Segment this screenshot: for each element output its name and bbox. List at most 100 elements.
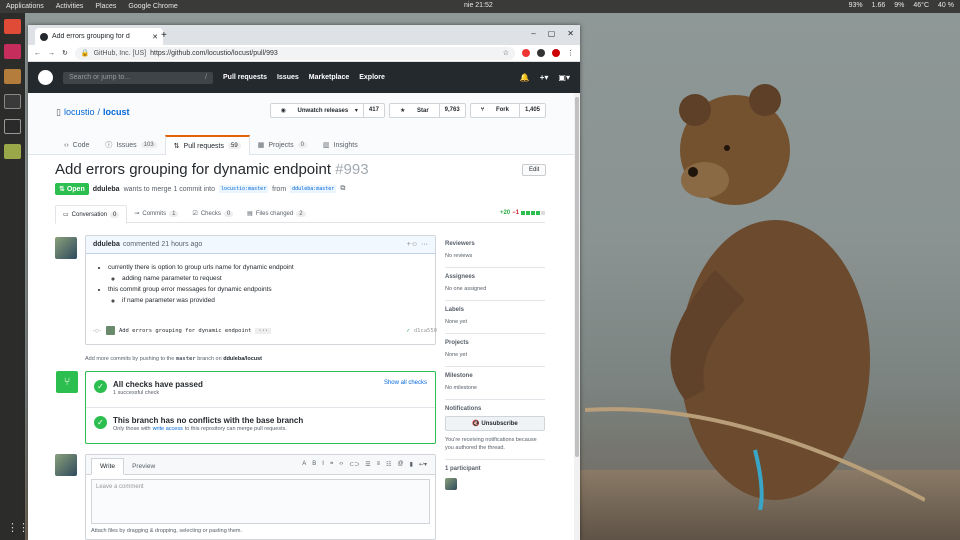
bullet-list-icon[interactable]: ☰ xyxy=(365,461,370,468)
maximize-icon[interactable]: ▢ xyxy=(548,29,556,38)
comment-meta[interactable]: commented 21 hours ago xyxy=(123,241,202,248)
reaction-icon[interactable]: +☺ xyxy=(407,241,418,248)
new-tab-button[interactable]: + xyxy=(161,30,167,41)
assignees-title[interactable]: Assignees xyxy=(445,274,545,280)
attach-files-hint[interactable]: Attach files by dragging & dropping, sel… xyxy=(91,528,430,534)
bookmark-icon[interactable]: ▮ xyxy=(410,461,413,468)
commit-sha[interactable]: d1ca550 xyxy=(414,328,437,334)
activities-button[interactable]: Activities xyxy=(50,3,90,10)
commit-check-icon[interactable]: ✓ xyxy=(407,328,410,334)
bell-icon[interactable]: 🔔 xyxy=(520,73,530,82)
github-search-input[interactable]: Search or jump to... / xyxy=(63,71,213,84)
plus-icon[interactable]: +▾ xyxy=(540,73,549,82)
clock[interactable]: nie 21:52 xyxy=(464,2,493,9)
quote-icon[interactable]: ❝ xyxy=(330,461,333,468)
nav-issues[interactable]: Issues xyxy=(277,74,299,81)
tab-files-changed[interactable]: ▤ Files changed 2 xyxy=(240,205,312,222)
commit-message[interactable]: Add errors grouping for dynamic endpoint xyxy=(119,328,251,334)
files-icon[interactable] xyxy=(4,69,21,84)
participant-avatar[interactable] xyxy=(445,478,457,490)
fork-count[interactable]: 1,405 xyxy=(518,104,545,117)
watch-count[interactable]: 417 xyxy=(362,104,384,117)
repo-owner-link[interactable]: locustio xyxy=(64,107,95,118)
reload-icon[interactable]: ↻ xyxy=(62,49,68,57)
fork-button[interactable]: ⑂ Fork 1,405 xyxy=(469,103,546,118)
battery-indicator[interactable]: 40 % xyxy=(938,2,954,9)
temp-indicator[interactable]: 46°C xyxy=(913,2,929,9)
show-all-checks-link[interactable]: Show all checks xyxy=(384,380,427,386)
extension-adblock-icon[interactable] xyxy=(522,49,530,57)
applications-menu[interactable]: Applications xyxy=(0,3,50,10)
copy-icon[interactable]: ⧉ xyxy=(340,185,345,193)
avatar[interactable] xyxy=(55,237,77,259)
numbered-list-icon[interactable]: ≡ xyxy=(377,461,381,468)
tab-conversation[interactable]: ▭ Conversation 0 xyxy=(55,205,128,224)
watch-button[interactable]: ◉ Unwatch releases ▾ 417 xyxy=(269,103,385,118)
chrome-menu-icon[interactable]: ⋮ xyxy=(567,49,574,57)
reviewers-title[interactable]: Reviewers xyxy=(445,241,545,247)
star-count[interactable]: 9,763 xyxy=(438,104,465,117)
terminal-icon[interactable] xyxy=(4,94,21,109)
tab-issues[interactable]: ⓘ Issues 103 xyxy=(97,135,164,155)
close-tab-icon[interactable]: ✕ xyxy=(152,33,158,41)
projects-title[interactable]: Projects xyxy=(445,340,545,346)
text-size-icon[interactable]: A xyxy=(302,461,306,468)
extension-icon[interactable] xyxy=(537,49,545,57)
nav-marketplace[interactable]: Marketplace xyxy=(309,74,349,81)
intellij-icon[interactable] xyxy=(4,44,21,59)
addmore-repo-link[interactable]: dduleba/locust xyxy=(223,356,262,362)
tab-checks[interactable]: ☑ Checks 0 xyxy=(185,205,240,222)
tab-commits[interactable]: ⊸ Commits 1 xyxy=(127,205,185,222)
write-access-link[interactable]: write access xyxy=(153,426,183,432)
chrome-icon[interactable] xyxy=(4,19,21,34)
minimize-icon[interactable]: – xyxy=(531,29,535,38)
expand-commit-icon[interactable]: ··· xyxy=(255,327,272,334)
scrollbar-thumb[interactable] xyxy=(575,97,579,457)
comment-author[interactable]: dduleba xyxy=(93,241,120,248)
tab-pull-requests[interactable]: ⇅ Pull requests 59 xyxy=(164,135,250,155)
italic-icon[interactable]: I xyxy=(322,461,324,468)
more-options-icon[interactable]: ··· xyxy=(421,241,428,248)
reply-icon[interactable]: ↩▾ xyxy=(419,461,427,468)
labels-title[interactable]: Labels xyxy=(445,307,545,313)
chrome-app-menu[interactable]: Google Chrome xyxy=(122,3,183,10)
browser-tab[interactable]: Add errors grouping for d ✕ xyxy=(35,28,163,45)
write-tab[interactable]: Write xyxy=(91,458,125,475)
task-list-icon[interactable]: ☷ xyxy=(386,461,391,468)
preview-tab[interactable]: Preview xyxy=(124,459,163,474)
profile-avatar[interactable] xyxy=(552,49,560,57)
load-indicator[interactable]: 1.66 xyxy=(872,2,886,9)
repo-name-link[interactable]: locust xyxy=(103,107,130,118)
milestone-title[interactable]: Milestone xyxy=(445,373,545,379)
forward-icon[interactable]: → xyxy=(48,50,55,57)
tab-code[interactable]: ‹› Code xyxy=(56,135,97,155)
mem-indicator[interactable]: 9% xyxy=(894,2,904,9)
head-branch[interactable]: ddulebа:master xyxy=(290,185,337,193)
unsubscribe-button[interactable]: 🔇 Unsubscribe xyxy=(445,416,545,431)
user-avatar-icon[interactable]: ▣▾ xyxy=(558,73,570,82)
omnibox[interactable]: 🔒 GitHub, Inc. [US] https://github.com/l… xyxy=(74,46,515,60)
mention-icon[interactable]: @ xyxy=(398,461,404,468)
github-logo-icon[interactable] xyxy=(38,70,53,85)
pr-author-link[interactable]: ddulebа xyxy=(93,186,120,193)
edit-title-button[interactable]: Edit xyxy=(522,164,547,176)
url-text[interactable]: https://github.com/locustio/locust/pull/… xyxy=(150,50,278,57)
places-menu[interactable]: Places xyxy=(89,3,122,10)
page-scrollbar[interactable] xyxy=(574,93,580,540)
editor-icon[interactable] xyxy=(4,144,21,159)
bold-icon[interactable]: B xyxy=(312,461,316,468)
close-window-icon[interactable]: ✕ xyxy=(567,29,574,38)
bookmark-star-icon[interactable]: ☆ xyxy=(503,49,509,57)
link-icon[interactable]: ⊂⊃ xyxy=(349,461,359,468)
code-icon[interactable]: ‹› xyxy=(339,461,343,468)
avatar[interactable] xyxy=(55,454,77,476)
nav-pull-requests[interactable]: Pull requests xyxy=(223,74,267,81)
committer-avatar[interactable] xyxy=(105,326,115,335)
base-branch[interactable]: locustio:master xyxy=(219,185,269,193)
cpu-indicator[interactable]: 93% xyxy=(849,2,863,9)
nav-explore[interactable]: Explore xyxy=(359,74,385,81)
star-button[interactable]: ★ Star 9,763 xyxy=(388,103,466,118)
tab-projects[interactable]: ▦ Projects 0 xyxy=(250,135,315,155)
back-icon[interactable]: ← xyxy=(34,50,41,57)
tab-insights[interactable]: ▥ Insights xyxy=(315,135,366,155)
